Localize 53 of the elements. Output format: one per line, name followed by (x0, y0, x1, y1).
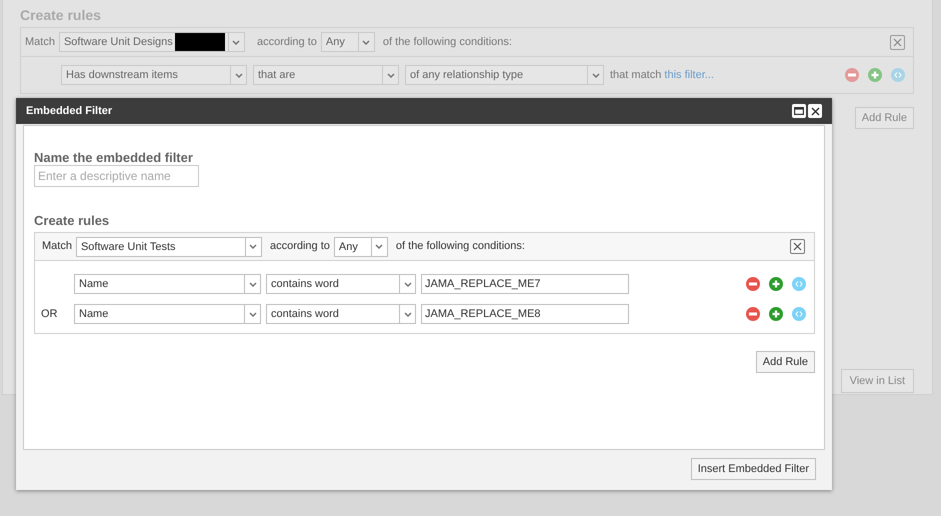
label: according to (256, 34, 317, 50)
caret-icon (404, 312, 412, 316)
name-input[interactable]: Enter a descriptive name (34, 165, 199, 187)
section-title: Create rules (34, 212, 110, 230)
label: of the following conditions: (396, 239, 525, 254)
caret-icon (375, 244, 384, 249)
remove-icon[interactable] (746, 307, 760, 321)
caret-icon (248, 312, 256, 316)
label: that match this filter... (610, 68, 714, 83)
dropdown[interactable]: Any (334, 236, 388, 256)
dropdown[interactable]: contains word (266, 304, 416, 324)
close-icon (893, 38, 902, 46)
caret-icon (386, 72, 394, 78)
dropdown[interactable]: Name (74, 304, 261, 324)
caret-icon (592, 72, 600, 78)
dropdown[interactable]: Software Unit Tests (76, 236, 262, 256)
remove-icon[interactable] (746, 277, 760, 291)
field-label: Name the embedded filter (34, 149, 194, 165)
add-icon[interactable] (868, 68, 882, 82)
maximize-button[interactable] (792, 104, 806, 118)
dropdown[interactable]: of any relationship type (405, 65, 604, 85)
dropdown[interactable]: Software Unit Designs (58, 32, 245, 52)
caret-icon (232, 40, 240, 44)
maximize-icon (794, 107, 804, 115)
add-icon[interactable] (769, 307, 783, 321)
value-input[interactable]: JAMA_REPLACE_ME8 (421, 304, 629, 324)
add-icon[interactable] (769, 277, 783, 291)
dropdown[interactable]: Has downstream items (61, 65, 247, 85)
value-input[interactable]: JAMA_REPLACE_ME7 (421, 274, 629, 294)
remove-icon[interactable] (845, 68, 859, 82)
dialog-title: Embedded Filter (26, 104, 112, 119)
caret-icon (362, 40, 370, 44)
dropdown[interactable]: Any (320, 32, 375, 52)
label: of the following conditions: (382, 34, 512, 50)
button[interactable]: Add Rule (756, 351, 815, 373)
section-title: Create rules (20, 6, 102, 25)
close-icon (793, 242, 802, 251)
close-icon (810, 106, 820, 116)
dropdown[interactable]: contains word (266, 274, 416, 294)
close-button[interactable] (790, 239, 805, 254)
caret-icon (234, 72, 242, 78)
dropdown[interactable]: Name (74, 274, 261, 294)
caret-icon (404, 282, 412, 286)
redacted-text (174, 33, 225, 51)
conjunction-label: OR (41, 308, 58, 320)
label: according to (270, 239, 330, 254)
dropdown[interactable]: that are (253, 65, 399, 85)
close-button[interactable] (808, 104, 822, 118)
match-label: Match (42, 239, 72, 254)
caret-icon (248, 282, 256, 286)
button[interactable]: Insert Embedded Filter (690, 458, 816, 480)
match-label: Match (25, 34, 55, 50)
caret-icon (249, 244, 258, 249)
